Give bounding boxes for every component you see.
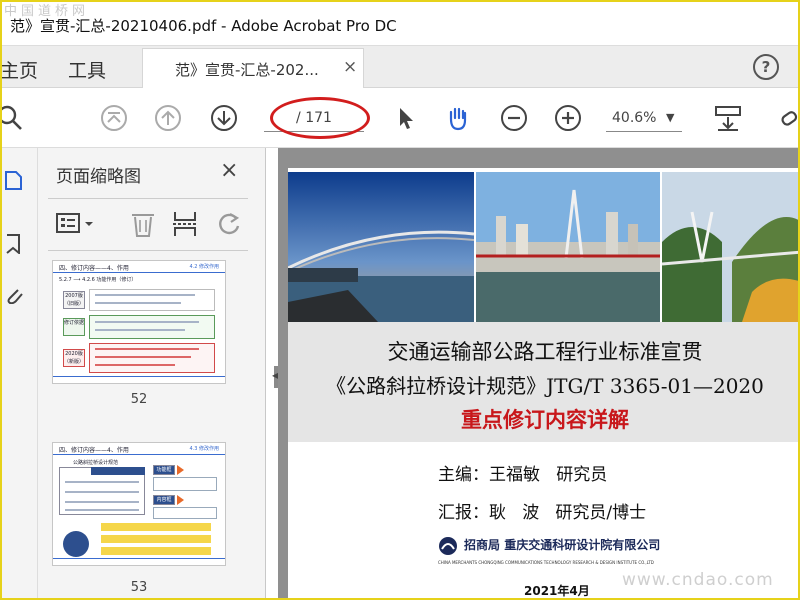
doc-title-line-2: 《公路斜拉桥设计规范》JTG/T 3365-01—2020 [326, 374, 764, 398]
doc-title-line-1: 交通运输部公路工程行业标准宣贯 [387, 340, 703, 364]
panel-title: 页面缩略图 [56, 167, 141, 187]
doc-title-line-3: 重点修订内容详解 [461, 407, 629, 432]
thumb-page-number: 52 [130, 392, 148, 407]
panel-tools [48, 206, 248, 242]
zoom-value: 40.6% [612, 110, 657, 126]
doc-reporter: 汇报：耿 波 研究员/博士 [438, 503, 647, 523]
delete-icon[interactable] [130, 210, 156, 238]
toolbar: / 171 40.6% ▼ [0, 88, 800, 148]
thumbnail-page-icon[interactable] [4, 170, 24, 190]
title-bar: 中国道桥网 范》宣贯-汇总-20210406.pdf - Adobe Acrob… [2, 2, 798, 46]
divider [48, 250, 248, 251]
first-page-icon[interactable] [100, 104, 128, 132]
company-name: 招商局 重庆交通科研设计院有限公司 [464, 536, 660, 553]
tab-document[interactable]: 范》宣贯-汇总-202... × [142, 48, 364, 88]
company-mark: 招商局 [464, 538, 501, 552]
thumb-page-number: 53 [130, 580, 148, 595]
watermark-bottom: www.cndao.com [622, 570, 774, 590]
bookmark-icon[interactable] [4, 234, 24, 254]
thumb-tag: 4.3 修改作用 [189, 446, 219, 452]
help-icon[interactable]: ? [753, 54, 779, 80]
prev-page-icon[interactable] [154, 104, 182, 132]
keyboard-scroll-icon[interactable] [714, 104, 742, 132]
document-area: 交通运输部公路工程行业标准宣贯 《公路斜拉桥设计规范》JTG/T 3365-01… [278, 148, 798, 598]
tab-document-label: 范》宣贯-汇总-202... [175, 61, 319, 79]
thumbnail-panel: 页面缩略图 × 四、修订内容——4、作用 4.2 修改作用 5.2.7 ⟶ 4.2… [38, 148, 292, 598]
thumb-box: 修订依据 [63, 318, 85, 336]
thumb-box: 2020版（新版） [63, 349, 85, 367]
doc-date: 2021年4月 [524, 584, 590, 598]
nav-home[interactable]: 主页 [2, 56, 38, 83]
cover-photo-bridge-1 [288, 172, 474, 322]
company-fullname: 重庆交通科研设计院有限公司 [504, 538, 661, 552]
highlight-oval [270, 97, 370, 139]
rotate-icon[interactable] [216, 210, 242, 238]
company-name-en: CHINA MERCHANTS CHONGQING COMMUNICATIONS… [438, 560, 654, 565]
thumb-title: 四、修订内容——4、作用 [59, 265, 129, 272]
thumb-row: 公路斜拉桥设计规范 [73, 460, 119, 466]
divider [48, 198, 248, 199]
thumb-row: 5.2.7 ⟶ 4.2.6 功能作用（修订） [59, 277, 137, 283]
nav-tools[interactable]: 工具 [68, 56, 106, 83]
page-thumbnail-53[interactable]: 四、修订内容——4、作用 4.3 修改作用 公路斜拉桥设计规范 功能框 内容框 [52, 442, 226, 566]
panel-close-icon[interactable]: × [220, 158, 238, 183]
hand-icon[interactable] [444, 104, 472, 132]
thumb-title: 四、修订内容——4、作用 [59, 447, 129, 454]
tab-close-icon[interactable]: × [343, 57, 357, 77]
thumb-box: 功能框 [153, 465, 175, 475]
thumbnail-options-icon[interactable] [56, 212, 96, 236]
page-thumbnail-52[interactable]: 四、修订内容——4、作用 4.2 修改作用 5.2.7 ⟶ 4.2.6 功能作用（… [52, 260, 226, 384]
zoom-select[interactable]: 40.6% ▼ [606, 104, 682, 132]
title-banner: 交通运输部公路工程行业标准宣贯 《公路斜拉桥设计规范》JTG/T 3365-01… [288, 322, 798, 442]
doc-editor: 主编：王福敏 研究员 [438, 465, 608, 485]
window-title: 范》宣贯-汇总-20210406.pdf - Adobe Acrobat Pro… [10, 17, 397, 35]
company-logo-icon [439, 537, 457, 555]
thumb-box: 2007版（旧版） [63, 291, 85, 309]
thumb-tag: 4.2 修改作用 [189, 264, 219, 270]
zoom-out-icon[interactable] [500, 104, 528, 132]
link-icon[interactable] [780, 104, 800, 132]
paperclip-icon[interactable] [4, 284, 24, 304]
cover-photo-bridge-2 [476, 172, 660, 322]
search-icon[interactable] [0, 104, 24, 132]
extract-icon[interactable] [172, 210, 198, 238]
cover-photo-bridge-3 [662, 172, 798, 322]
next-page-icon[interactable] [210, 104, 238, 132]
acrobat-window: 中国道桥网 范》宣贯-汇总-20210406.pdf - Adobe Acrob… [0, 0, 800, 600]
thumb-box: 内容框 [153, 495, 175, 505]
left-rail [2, 148, 38, 598]
chevron-down-icon: ▼ [666, 111, 675, 124]
pdf-page: 交通运输部公路工程行业标准宣贯 《公路斜拉桥设计规范》JTG/T 3365-01… [288, 168, 798, 598]
tab-bar: 主页 工具 范》宣贯-汇总-202... × ? [2, 46, 798, 88]
zoom-in-icon[interactable] [554, 104, 582, 132]
select-arrow-icon[interactable] [392, 104, 420, 132]
